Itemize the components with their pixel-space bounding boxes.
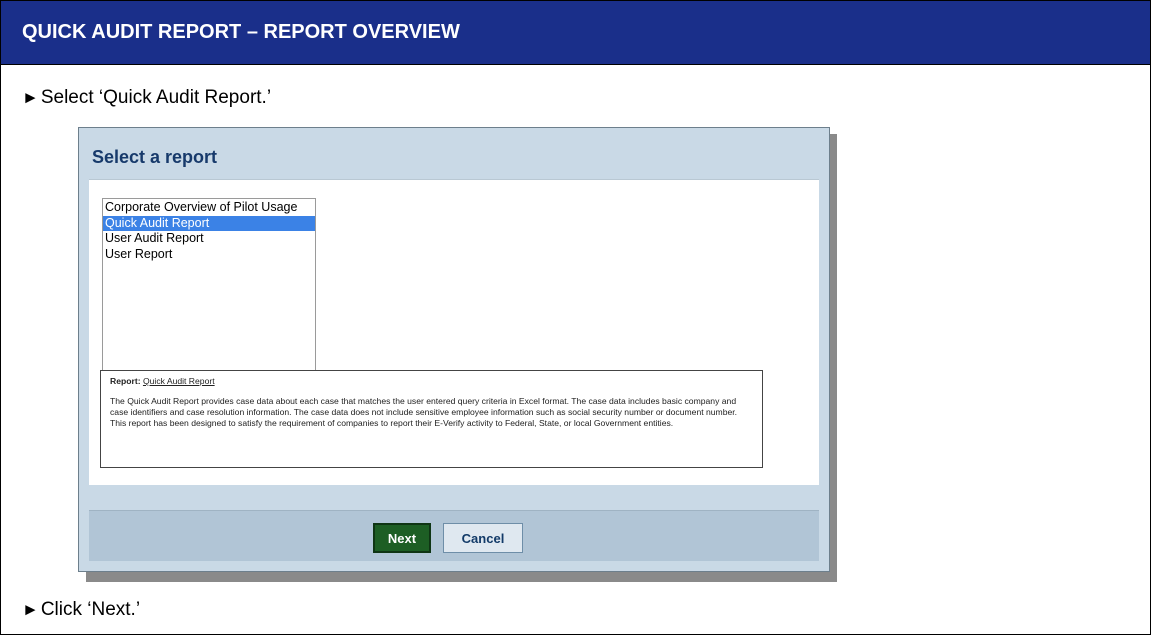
report-link[interactable]: Quick Audit Report — [143, 376, 215, 386]
section-title: QUICK AUDIT REPORT – REPORT OVERVIEW — [22, 21, 460, 43]
bullet-arrow-icon: ► — [22, 88, 39, 107]
list-item-user-report[interactable]: User Report — [103, 247, 315, 263]
list-item-quick-audit-report[interactable]: Quick Audit Report — [103, 215, 315, 231]
list-item-user-audit-report[interactable]: User Audit Report — [103, 231, 315, 247]
dialog-footer: Next Cancel — [89, 510, 819, 561]
instruction-text: Select ‘Quick Audit Report.’ — [40, 87, 272, 108]
select-report-dialog: Select a report Corporate Overview of Pi… — [78, 127, 830, 572]
instruction-text: Click ‘Next.’ — [40, 599, 141, 620]
document-frame: QUICK AUDIT REPORT – REPORT OVERVIEW ► Se… — [0, 0, 1151, 635]
report-label: Report: — [110, 376, 141, 386]
list-item-corporate-overview[interactable]: Corporate Overview of Pilot Usage — [103, 200, 315, 216]
cancel-button[interactable]: Cancel — [443, 523, 523, 553]
instruction-step-next: ► Click ‘Next.’ — [22, 599, 140, 621]
report-listbox[interactable]: Corporate Overview of Pilot Usage Quick … — [102, 198, 316, 371]
next-button[interactable]: Next — [373, 523, 431, 553]
dialog-title: Select a report — [92, 147, 218, 167]
instruction-step-select: ► Select ‘Quick Audit Report.’ — [22, 87, 271, 109]
report-description-text: The Quick Audit Report provides case dat… — [110, 396, 738, 428]
dialog-body: Corporate Overview of Pilot Usage Quick … — [89, 179, 819, 485]
bullet-arrow-icon: ► — [22, 600, 39, 619]
report-description-box: Report: Quick Audit Report The Quick Aud… — [100, 370, 763, 468]
section-header: QUICK AUDIT REPORT – REPORT OVERVIEW — [1, 1, 1150, 65]
